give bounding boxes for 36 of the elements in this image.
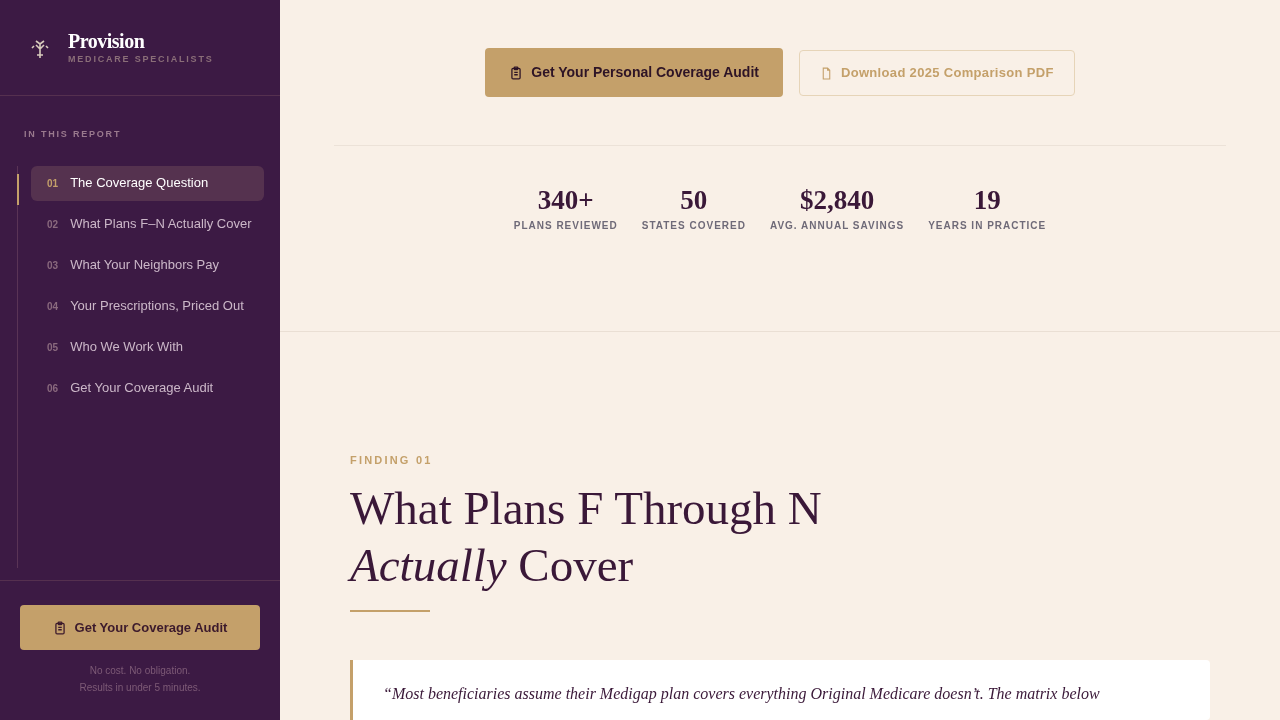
toc-item[interactable]: 06 Get Your Coverage Audit	[31, 370, 264, 406]
section-heading: IN THIS REPORT	[24, 128, 123, 141]
toc-item[interactable]: 05 Who We Work With	[31, 329, 264, 365]
clipboard-icon	[52, 620, 67, 635]
stat-label: PLANS REVIEWED	[513, 219, 618, 233]
toc-number: 04	[47, 299, 59, 314]
toc-number: 02	[47, 217, 59, 232]
stat-value: 19	[973, 184, 1001, 216]
toc-number: 01	[47, 176, 59, 191]
coverage-audit-button[interactable]: Get Your Coverage Audit	[20, 605, 260, 650]
active-indicator	[17, 173, 19, 205]
toc-item[interactable]: 04 Your Prescriptions, Priced Out	[31, 288, 264, 324]
stat-label: YEARS IN PRACTICE	[928, 219, 1047, 233]
toc-number: 06	[47, 381, 59, 396]
toc-item[interactable]: 03 What Your Neighbors Pay	[31, 247, 264, 283]
toc-label: Get Your Coverage Audit	[70, 378, 214, 397]
toc-number: 03	[47, 258, 59, 273]
quote-text: “Most beneficiaries assume their Medigap plan covers everything Original Medicare doesn’t. The matrix below	[383, 684, 1101, 705]
toc-label: The Coverage Question	[70, 173, 209, 192]
toc-item[interactable]: 02 What Plans F–N Actually Cover	[31, 206, 264, 242]
cta-note: No cost. No obligation.	[89, 664, 191, 678]
stat-label: STATES COVERED	[641, 219, 746, 233]
toc-label: Your Prescriptions, Priced Out	[70, 296, 244, 315]
stat-value: $2,840	[799, 184, 875, 216]
stat-value: 340+	[537, 184, 594, 216]
stat-value: 50	[680, 184, 708, 216]
toc-label: Who We Work With	[70, 337, 184, 356]
brand-tagline: MEDICARE SPECIALISTS	[68, 52, 214, 66]
clipboard-icon	[509, 65, 524, 80]
toc-number: 05	[47, 340, 59, 355]
finding-eyebrow: FINDING 01	[350, 452, 434, 468]
coverage-audit-button[interactable]: Get Your Personal Coverage Audit	[485, 48, 783, 97]
stat-label: AVG. ANNUAL SAVINGS	[769, 219, 905, 233]
brand-name: Provision	[68, 28, 146, 53]
toc-label: What Your Neighbors Pay	[70, 255, 219, 274]
toc-label: What Plans F–N Actually Cover	[70, 214, 252, 233]
